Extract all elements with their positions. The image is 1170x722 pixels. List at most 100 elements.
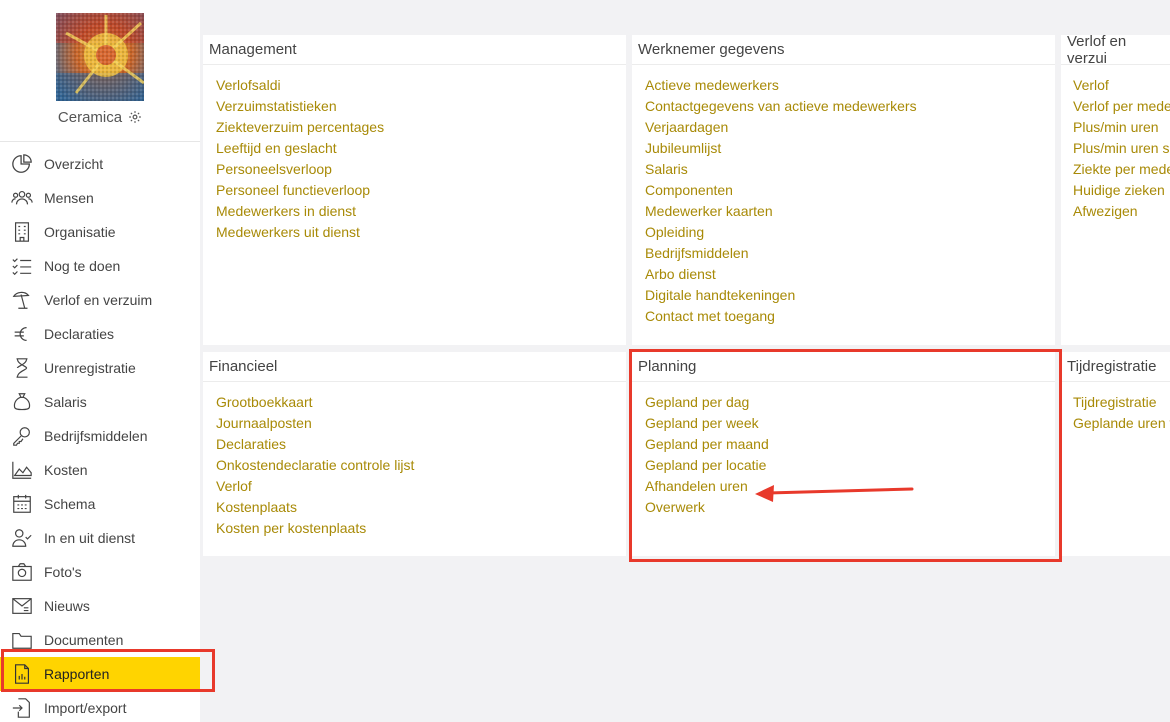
report-link[interactable]: Contact met toegang [645,306,1055,327]
report-link[interactable]: Arbo dienst [645,264,1055,285]
sidebar-item-nieuws[interactable]: Nieuws [0,589,200,623]
sidebar-item-label: Foto's [44,564,82,580]
report-link[interactable]: Personeel functieverloop [216,180,626,201]
report-link[interactable]: Digitale handtekeningen [645,285,1055,306]
report-link[interactable]: Plus/min uren [1073,117,1170,138]
panel-verlof-en-verzuim: Verlof en verzui Verlof Verlof per mede … [1061,35,1170,345]
sidebar-item-label: Bedrijfsmiddelen [44,428,148,444]
report-link[interactable]: Overwerk [645,497,1055,518]
sidebar-item-label: In en uit dienst [44,530,136,546]
sidebar-item-label: Declaraties [44,326,115,342]
panel-planning: Planning Gepland per dag Gepland per wee… [632,352,1055,556]
sidebar-item-verlof-en-verzuim[interactable]: Verlof en verzuim [0,283,200,317]
report-link[interactable]: Jubileumlijst [645,138,1055,159]
euro-icon [10,323,34,345]
report-link[interactable]: Salaris [645,159,1055,180]
report-link[interactable]: Gepland per maand [645,434,1055,455]
report-link[interactable]: Journaalposten [216,413,626,434]
report-link[interactable]: Verlof per mede [1073,96,1170,117]
import-export-icon [10,697,34,719]
sidebar-item-declaraties[interactable]: Declaraties [0,317,200,351]
report-link-afhandelen-uren[interactable]: Afhandelen uren [645,476,1055,497]
panel-tijdregistratie: Tijdregistratie Tijdregistratie Geplande… [1061,352,1170,556]
pie-chart-icon [10,153,34,175]
report-link[interactable]: Medewerker kaarten [645,201,1055,222]
report-link[interactable]: Tijdregistratie [1073,392,1170,413]
report-link[interactable]: Medewerkers in dienst [216,201,626,222]
report-link[interactable]: Verzuimstatistieken [216,96,626,117]
sidebar-item-organisatie[interactable]: Organisatie [0,215,200,249]
report-link[interactable]: Kosten per kostenplaats [216,518,626,539]
sidebar-item-overzicht[interactable]: Overzicht [0,147,200,181]
sidebar-item-label: Nieuws [44,598,90,614]
sidebar-item-fotos[interactable]: Foto's [0,555,200,589]
report-link[interactable]: Ziekteverzuim percentages [216,117,626,138]
report-link[interactable]: Contactgegevens van actieve medewerkers [645,96,1055,117]
report-link[interactable]: Onkostendeclaratie controle lijst [216,455,626,476]
panel-werknemer-gegevens: Werknemer gegevens Actieve medewerkers C… [632,35,1055,345]
sidebar: Ceramica Overzicht Mensen Organisatie No… [0,0,200,722]
building-icon [10,221,34,243]
report-link[interactable]: Verlof [216,476,626,497]
report-link[interactable]: Actieve medewerkers [645,75,1055,96]
report-link[interactable]: Verlofsaldi [216,75,626,96]
sidebar-item-kosten[interactable]: Kosten [0,453,200,487]
sidebar-item-label: Salaris [44,394,87,410]
sidebar-item-urenregistratie[interactable]: Urenregistratie [0,351,200,385]
key-icon [10,425,34,447]
sidebar-item-schema[interactable]: Schema [0,487,200,521]
sidebar-item-bedrijfsmiddelen[interactable]: Bedrijfsmiddelen [0,419,200,453]
sidebar-nav: Overzicht Mensen Organisatie Nog te doen… [0,147,200,722]
sidebar-divider [0,141,200,142]
report-link[interactable]: Ziekte per mede [1073,159,1170,180]
sidebar-item-label: Overzicht [44,156,104,172]
panel-title: Financieel [203,352,626,382]
sidebar-item-in-en-uit-dienst[interactable]: In en uit dienst [0,521,200,555]
sidebar-item-label: Urenregistratie [44,360,136,376]
report-link[interactable]: Huidige zieken [1073,180,1170,201]
report-link[interactable]: Verlof [1073,75,1170,96]
sidebar-item-mensen[interactable]: Mensen [0,181,200,215]
panel-management: Management Verlofsaldi Verzuimstatistiek… [203,35,626,345]
sidebar-item-label: Organisatie [44,224,116,240]
report-link[interactable]: Personeelsverloop [216,159,626,180]
report-link[interactable]: Componenten [645,180,1055,201]
sidebar-item-import-export[interactable]: Import/export [0,691,200,722]
sidebar-item-rapporten[interactable]: Rapporten [0,657,200,691]
panel-title: Management [203,35,626,65]
report-link[interactable]: Gepland per week [645,413,1055,434]
sidebar-item-label: Rapporten [44,666,110,682]
report-link[interactable]: Verjaardagen [645,117,1055,138]
folder-icon [10,629,34,651]
sidebar-item-documenten[interactable]: Documenten [0,623,200,657]
report-link[interactable]: Bedrijfsmiddelen [645,243,1055,264]
report-link[interactable]: Kostenplaats [216,497,626,518]
money-bag-icon [10,391,34,413]
company-switcher[interactable]: Ceramica [0,106,200,128]
report-link[interactable]: Grootboekkaart [216,392,626,413]
report-link[interactable]: Declaraties [216,434,626,455]
sidebar-item-label: Verlof en verzuim [44,292,153,308]
report-link[interactable]: Gepland per locatie [645,455,1055,476]
report-link[interactable]: Gepland per dag [645,392,1055,413]
sidebar-item-label: Documenten [44,632,124,648]
report-link[interactable]: Opleiding [645,222,1055,243]
report-link[interactable]: Plus/min uren s [1073,138,1170,159]
gear-icon[interactable] [128,110,142,124]
checklist-icon [10,255,34,277]
report-icon [10,663,34,685]
report-link[interactable]: Afwezigen [1073,201,1170,222]
sidebar-item-salaris[interactable]: Salaris [0,385,200,419]
sidebar-item-label: Kosten [44,462,88,478]
camera-icon [10,561,34,583]
sidebar-item-label: Schema [44,496,96,512]
panel-title: Tijdregistratie [1061,352,1170,382]
report-link[interactable]: Medewerkers uit dienst [216,222,626,243]
company-name: Ceramica [57,108,123,126]
people-icon [10,187,34,209]
report-link[interactable]: Geplande uren v [1073,413,1170,434]
company-logo[interactable] [56,13,144,101]
sidebar-item-nog-te-doen[interactable]: Nog te doen [0,249,200,283]
panel-title: Verlof en verzui [1061,35,1170,67]
report-link[interactable]: Leeftijd en geslacht [216,138,626,159]
